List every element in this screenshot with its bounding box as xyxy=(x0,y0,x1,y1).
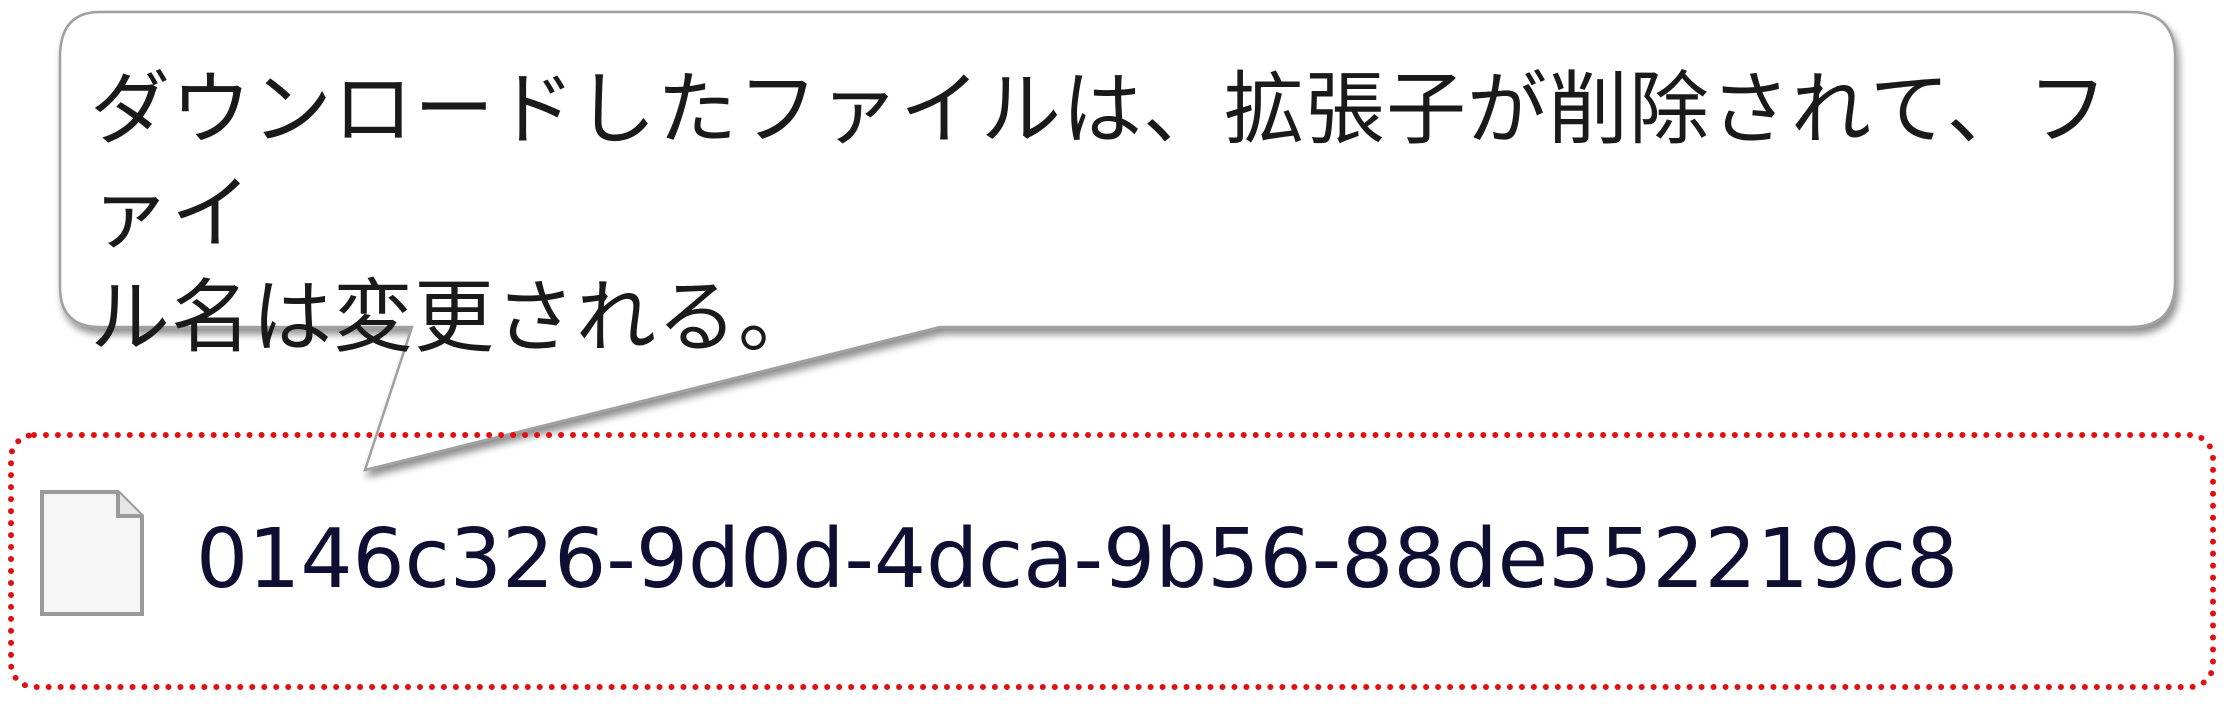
callout-text-line-1: ダウンロードしたファイルは、拡張子が削除されて、ファイ xyxy=(90,63,2109,260)
callout-text: ダウンロードしたファイルは、拡張子が削除されて、ファイ ル名は変更される。 xyxy=(90,58,2140,370)
callout-text-line-2: ル名は変更される。 xyxy=(90,271,819,364)
blank-document-icon[interactable] xyxy=(36,488,148,618)
file-name-label[interactable]: 0146c326-9d0d-4dca-9b56-88de552219c8 xyxy=(196,510,1958,610)
